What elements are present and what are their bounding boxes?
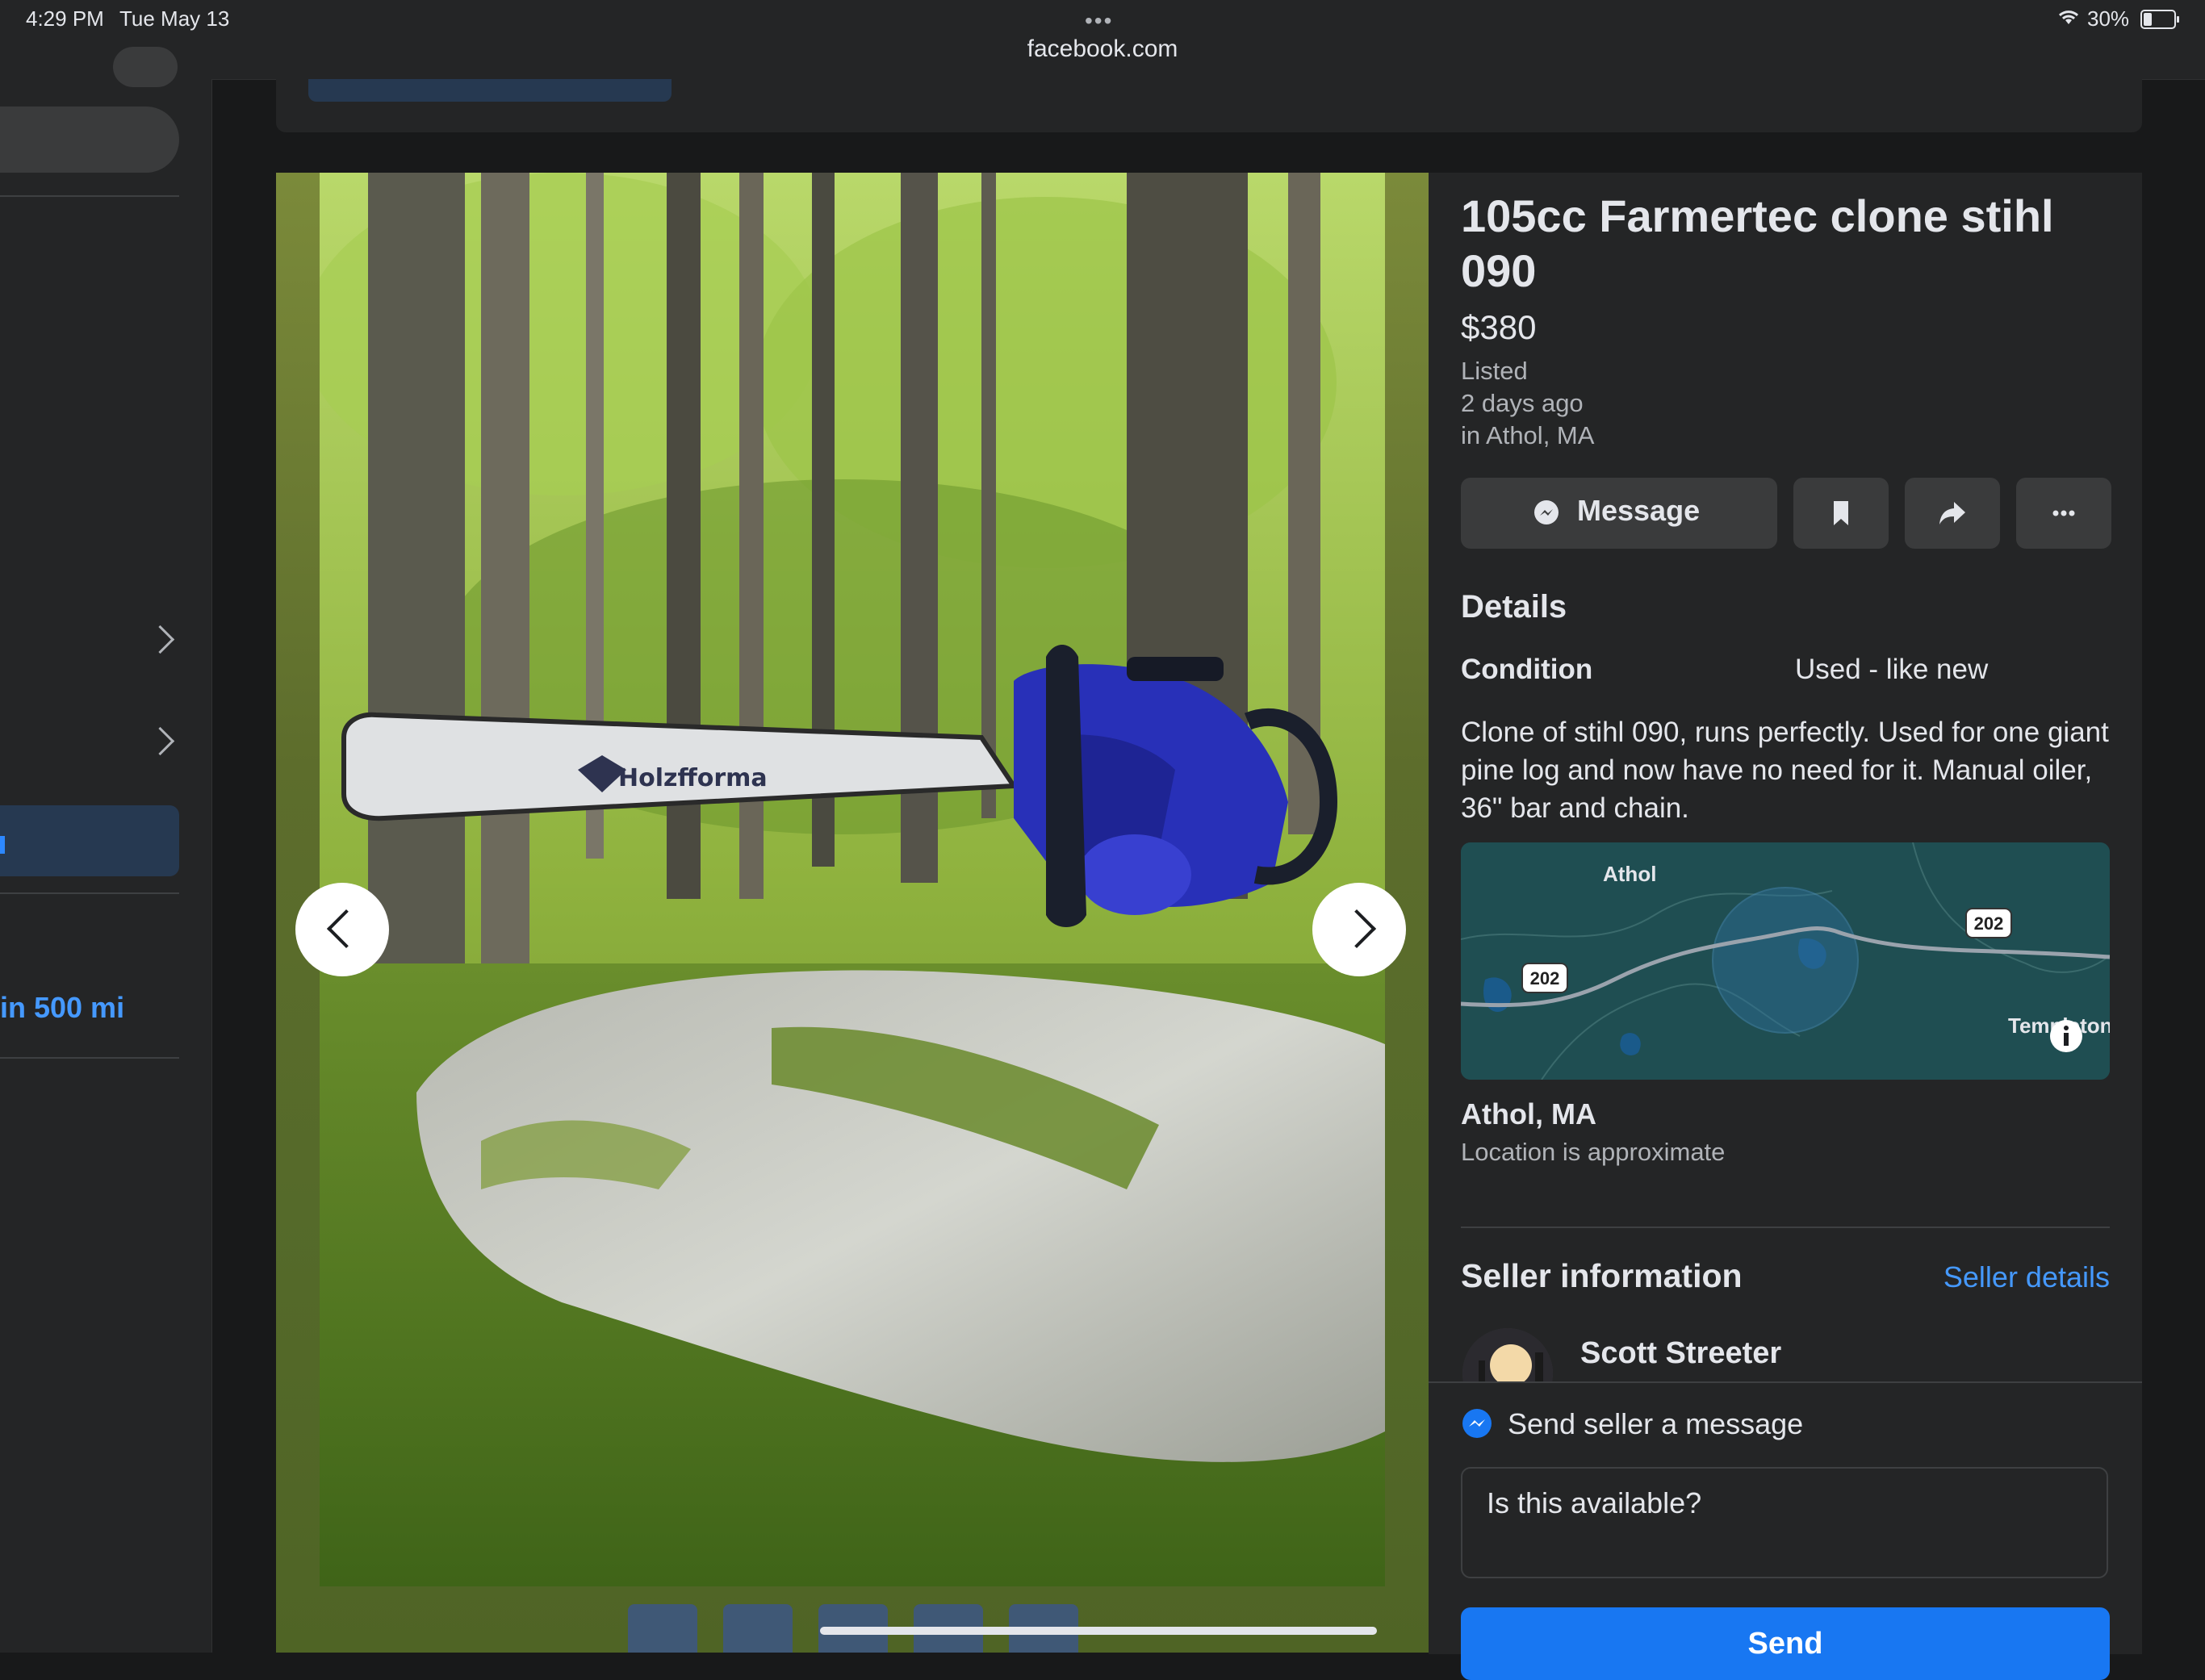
condition-label: Condition [1461,654,1593,685]
bar-brand-text: Holzfforma [618,764,768,792]
listed-location[interactable]: in Athol, MA [1461,421,1594,450]
message-input[interactable]: Is this available? [1461,1467,2108,1578]
messenger-icon [1534,500,1559,524]
message-button-label: Message [1577,494,1701,527]
listing-photo[interactable]: Holzfforma [320,173,1385,1586]
location-approximate-note: Location is approximate [1461,1138,1726,1166]
location-title: Athol, MA [1461,1097,1596,1130]
photo-thumbnail[interactable] [723,1604,793,1653]
send-button-label: Send [1747,1627,1823,1661]
browser-status-bar: 4:29 PM Tue May 13 ••• facebook.com 30% [0,0,2205,80]
send-button[interactable]: Send [1461,1607,2110,1680]
sidebar-avatar[interactable] [113,47,178,87]
battery-percentage: 30% [2087,6,2130,31]
chevron-right-icon [1337,909,1377,949]
share-button[interactable] [1905,478,2000,549]
listed-time: 2 days ago [1461,389,1584,417]
battery-icon [2140,10,2179,29]
seller-details-link[interactable]: Seller details [1943,1260,2110,1294]
chevron-right-icon[interactable] [145,726,175,756]
save-button[interactable] [1793,478,1889,549]
listing-price: $380 [1461,308,1537,346]
chevron-left-icon [326,909,366,949]
send-message-box: Send seller a message Is this available?… [1429,1381,2142,1680]
listing-photo-viewer: Holzfforma [276,173,1429,1653]
chevron-right-icon[interactable] [145,625,175,654]
details-heading: Details [1461,589,1567,625]
status-date: Tue May 13 [119,6,230,31]
location-radius-link[interactable]: in 500 mi [0,991,124,1025]
sidebar-divider [0,1057,179,1059]
status-time: 4:29 PM [26,6,104,31]
wifi-icon [2058,10,2079,24]
address-bar-url[interactable]: facebook.com [0,36,2205,63]
messenger-icon [1462,1409,1492,1438]
chainsaw-photo-illustration: Holzfforma [320,173,1385,1586]
sidebar-primary-button[interactable] [0,805,179,876]
previous-photo-button[interactable] [295,883,389,976]
bookmark-icon [1834,501,1848,525]
seller-name[interactable]: Scott Streeter [1580,1336,1781,1371]
condition-value: Used - like new [1795,654,1989,685]
seller-information-heading: Seller information [1461,1257,1743,1294]
top-card-button[interactable] [308,79,672,102]
more-icon [2052,510,2075,516]
map-graphic: Athol 202 202 Templeton [1461,842,2110,1080]
listing-title: 105cc Farmertec clone stihl 090 [1461,190,2054,296]
share-icon [1939,502,1965,524]
listing-description: Clone of stihl 090, runs perfectly. Used… [1461,717,2109,824]
photo-thumbnail[interactable] [628,1604,697,1653]
sidebar-divider [0,195,179,197]
send-message-heading: Send seller a message [1508,1407,1804,1440]
more-options-button[interactable] [2016,478,2111,549]
marketplace-sidebar: in 500 mi [0,47,212,1653]
tab-options-icon[interactable]: ••• [1085,8,1113,34]
sidebar-divider [0,892,179,894]
location-map[interactable]: Athol 202 202 Templeton [1461,842,2110,1080]
message-input-value: Is this available? [1487,1486,1702,1519]
next-photo-button[interactable] [1312,883,1406,976]
map-route-badge: 202 [1530,968,1560,988]
message-button[interactable]: Message [1461,478,1777,549]
listing-details-panel: 105cc Farmertec clone stihl 090 $380 Lis… [1429,173,2142,1680]
sidebar-button-label-fragment [0,836,5,854]
thumbnail-scrollbar[interactable] [820,1627,1377,1635]
listed-label: Listed [1461,357,1528,385]
info-icon[interactable] [2050,1020,2082,1052]
sidebar-search[interactable] [0,107,179,173]
map-route-badge: 202 [1974,913,2004,934]
section-divider [1461,1227,2110,1228]
map-town-label: Athol [1603,862,1656,886]
